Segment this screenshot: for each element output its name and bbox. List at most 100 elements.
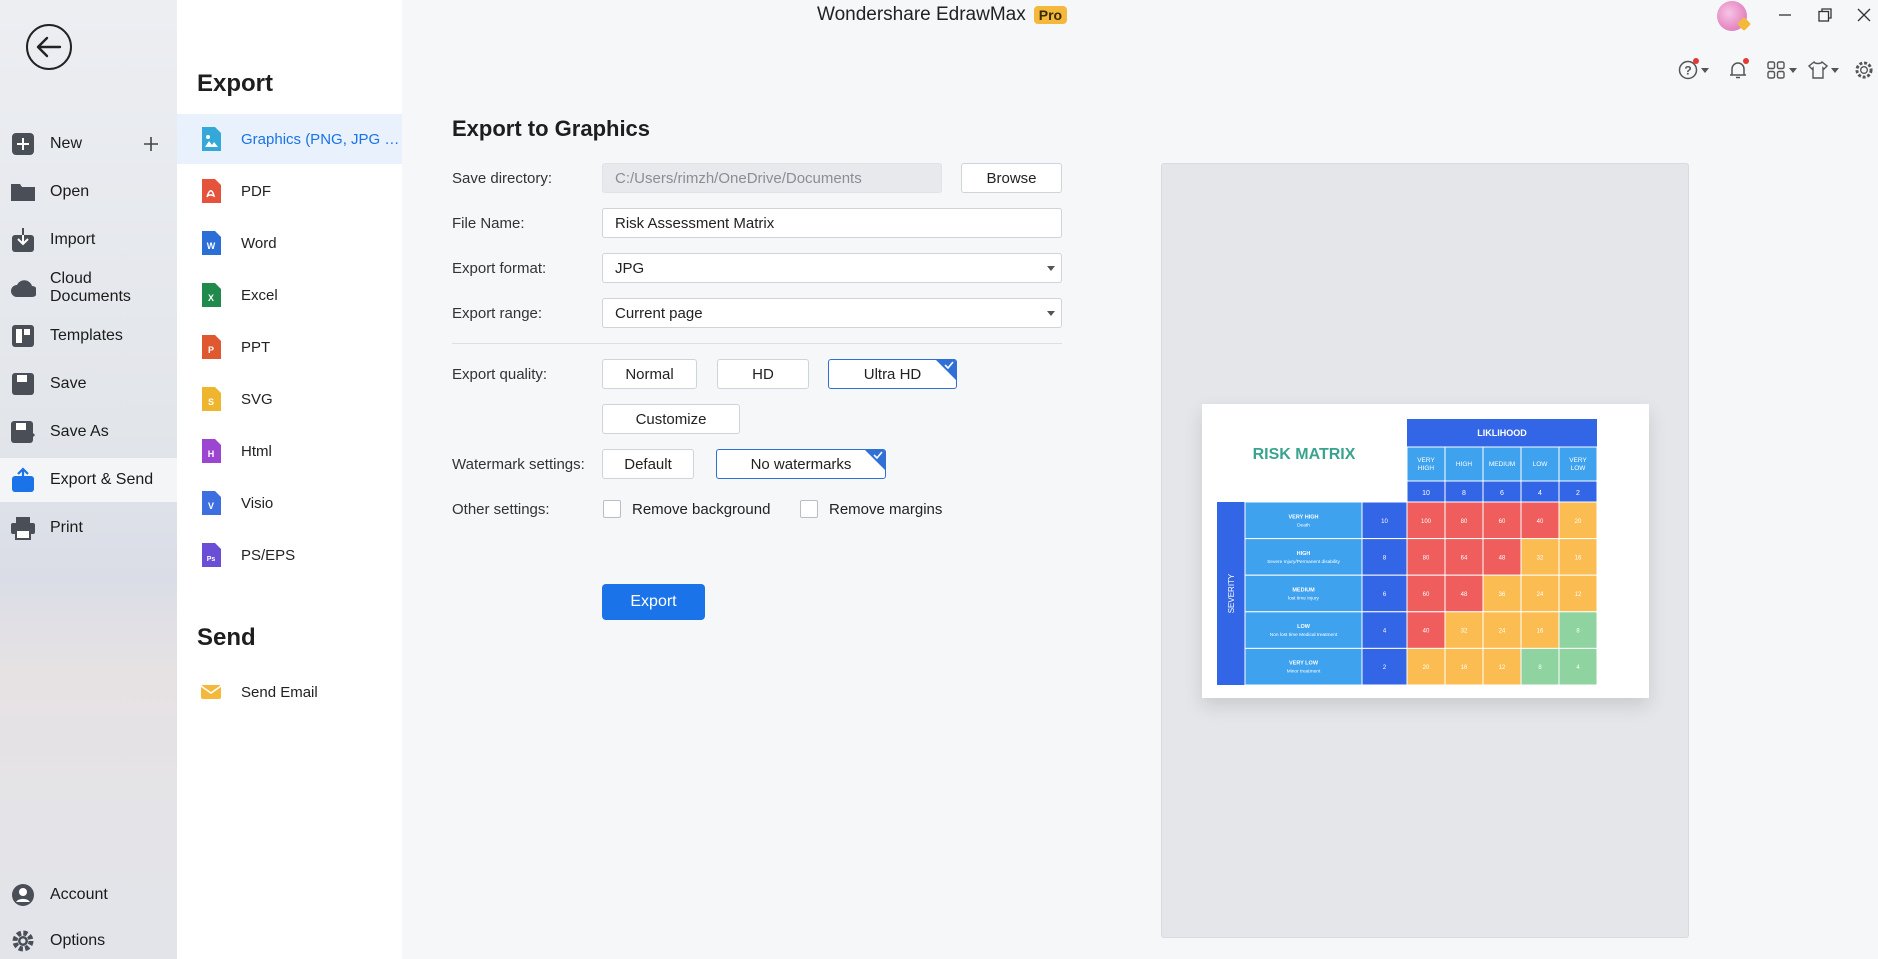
severity-level-desc: Non lost time Medical treatment [1270, 632, 1338, 638]
sidebar-item-cloud-documents[interactable]: Cloud Documents [0, 266, 177, 310]
app-title-text: Wondershare EdrawMax [817, 4, 1026, 25]
likelihood-level-cell [1406, 446, 1446, 482]
matrix-value: 16 [1575, 555, 1582, 561]
matrix-value: 20 [1575, 519, 1582, 525]
customize-button[interactable]: Customize [602, 404, 740, 434]
sidebar-item-print[interactable]: Print [0, 506, 177, 550]
sidebar-item-label: Print [50, 519, 83, 536]
settings-button[interactable] [1854, 58, 1874, 82]
severity-level-desc: Severe Injury/Permanent disability [1267, 559, 1340, 565]
sidebar-item-options[interactable]: Options [0, 919, 177, 959]
close-icon [1857, 8, 1871, 22]
quality-hd-button[interactable]: HD [717, 359, 809, 389]
likelihood-score: 10 [1422, 490, 1430, 497]
skin-button[interactable] [1808, 58, 1839, 82]
sidebar-item-open[interactable]: Open [0, 170, 177, 214]
sidebar-item-label: Options [50, 932, 106, 949]
matrix-value: 80 [1423, 555, 1430, 561]
arrow-left-icon [36, 36, 62, 58]
export-item-label: Send Email [241, 683, 318, 701]
severity-level-name: VERY LOW [1289, 661, 1319, 667]
export-visio[interactable]: V Visio [177, 478, 402, 528]
sidebar-item-export-send[interactable]: Export & Send [0, 458, 177, 502]
watermark-default-button[interactable]: Default [602, 449, 694, 479]
severity-level-name: VERY HIGH [1289, 514, 1319, 520]
templates-icon [10, 323, 36, 349]
export-ps-eps[interactable]: Ps PS/EPS [177, 530, 402, 580]
sidebar-item-account[interactable]: Account [0, 873, 177, 917]
apps-button[interactable] [1766, 58, 1797, 82]
remove-background-label: Remove background [632, 501, 771, 518]
matrix-value: 36 [1499, 592, 1506, 598]
export-format-label: Export format: [452, 260, 547, 277]
likelihood-level-label: HIGH [1456, 461, 1473, 468]
likelihood-score: 6 [1500, 490, 1504, 497]
export-ppt[interactable]: P PPT [177, 322, 402, 372]
export-pdf[interactable]: PDF [177, 166, 402, 216]
new-icon [10, 131, 36, 157]
severity-level-desc: Minor treatment [1287, 669, 1321, 675]
restore-icon [1818, 8, 1832, 22]
browse-button[interactable]: Browse [961, 163, 1062, 193]
back-button[interactable] [26, 24, 72, 70]
file-name-label: File Name: [452, 215, 525, 232]
export-quality-label: Export quality: [452, 366, 548, 383]
sidebar-item-import[interactable]: Import [0, 218, 177, 262]
likelihood-level-label: LOW [1533, 461, 1549, 468]
folder-icon [10, 179, 36, 205]
import-icon [10, 227, 36, 253]
export-button[interactable]: Export [602, 584, 705, 620]
likelihood-label: LIKLIHOOD [1477, 428, 1527, 438]
export-range-label: Export range: [452, 305, 543, 322]
sidebar-item-save[interactable]: Save [0, 362, 177, 406]
chevron-down-icon [1047, 311, 1055, 316]
save-directory-field[interactable]: C:/Users/rimzh/OneDrive/Documents [602, 163, 942, 193]
ppt-icon: P [199, 333, 223, 361]
export-range-select[interactable]: Current page [602, 298, 1062, 328]
notifications-button[interactable] [1728, 58, 1749, 82]
help-button[interactable]: ? [1678, 58, 1709, 82]
remove-margins-checkbox[interactable] [800, 500, 818, 518]
minimize-button[interactable] [1773, 3, 1797, 27]
svg-text:X: X [208, 293, 214, 303]
quality-normal-button[interactable]: Normal [602, 359, 697, 389]
watermark-label: Watermark settings: [452, 456, 585, 473]
export-item-label: Html [241, 442, 272, 460]
ps-eps-icon: Ps [199, 541, 223, 569]
file-name-field[interactable]: Risk Assessment Matrix [602, 208, 1062, 238]
sidebar-item-save-as[interactable]: Save As [0, 410, 177, 454]
remove-background-checkbox[interactable] [603, 500, 621, 518]
matrix-value: 24 [1499, 629, 1506, 635]
matrix-value: 100 [1421, 519, 1432, 525]
new-plus-button[interactable] [141, 134, 161, 154]
export-word[interactable]: W Word [177, 218, 402, 268]
matrix-value: 12 [1575, 592, 1582, 598]
cloud-icon [10, 275, 36, 301]
send-heading: Send [197, 624, 256, 651]
matrix-value: 48 [1461, 592, 1468, 598]
likelihood-level-label: VERY [1417, 457, 1435, 464]
send-email[interactable]: Send Email [177, 667, 402, 717]
matrix-value: 64 [1461, 555, 1468, 561]
likelihood-level-label: HIGH [1418, 465, 1435, 472]
restore-button[interactable] [1813, 3, 1837, 27]
export-item-label: SVG [241, 390, 273, 408]
likelihood-score: 8 [1462, 490, 1466, 497]
sidebar-item-templates[interactable]: Templates [0, 314, 177, 358]
export-format-select[interactable]: JPG [602, 253, 1062, 283]
quality-ultra-hd-button[interactable]: Ultra HD [828, 359, 957, 389]
export-svg[interactable]: S SVG [177, 374, 402, 424]
avatar[interactable] [1717, 1, 1752, 32]
matrix-value: 60 [1499, 519, 1506, 525]
svg-icon: S [199, 385, 223, 413]
export-html[interactable]: H Html [177, 426, 402, 476]
excel-icon: X [199, 281, 223, 309]
likelihood-level-label: LOW [1571, 465, 1587, 472]
export-graphics[interactable]: Graphics (PNG, JPG et... [177, 114, 402, 164]
quality-ultra-hd-label: Ultra HD [863, 365, 922, 383]
export-item-label: PDF [241, 182, 271, 200]
watermark-none-button[interactable]: No watermarks [716, 449, 886, 479]
export-excel[interactable]: X Excel [177, 270, 402, 320]
close-button[interactable] [1852, 3, 1876, 27]
likelihood-level-label: VERY [1569, 457, 1587, 464]
